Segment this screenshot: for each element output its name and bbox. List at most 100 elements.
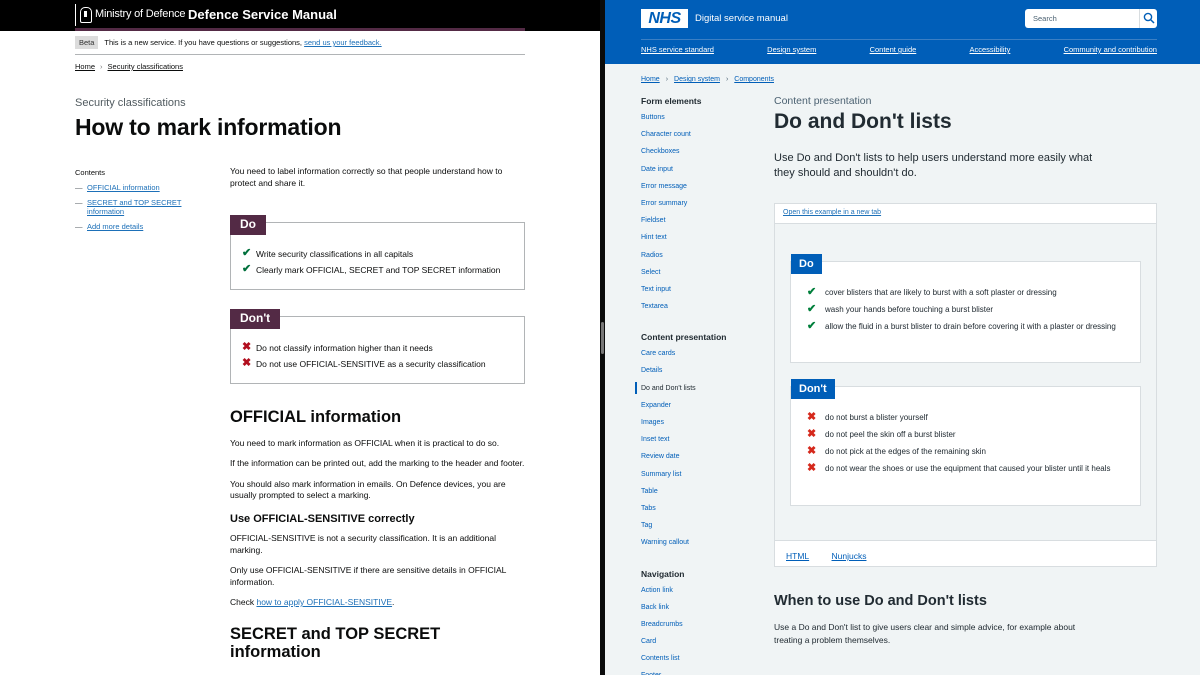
sidebar-item-table[interactable]: Table — [641, 487, 761, 504]
sidebar-item-tag[interactable]: Tag — [641, 521, 761, 538]
sidebar-item-character-count[interactable]: Character count — [641, 130, 761, 147]
do-item-text: Clearly mark OFFICIAL, SECRET and TOP SE… — [256, 265, 501, 275]
sidebar-item-contents-list[interactable]: Contents list — [641, 654, 761, 671]
nav-accessibility[interactable]: Accessibility — [970, 45, 1011, 54]
search-button[interactable] — [1139, 9, 1157, 28]
list-item: ✖ Do not use OFFICIAL-SENSITIVE as a secu… — [242, 357, 514, 370]
sidebar-item-back-link[interactable]: Back link — [641, 603, 761, 620]
dont-item-text: do not pick at the edges of the remainin… — [825, 447, 986, 456]
tab-html[interactable]: HTML — [786, 551, 809, 561]
breadcrumb-design-system[interactable]: Design system — [674, 76, 720, 83]
code-tabs: HTML Nunjucks — [786, 551, 886, 561]
sidebar-item-textarea[interactable]: Textarea — [641, 302, 761, 319]
sidebar-item-buttons[interactable]: Buttons — [641, 113, 761, 130]
contents-item: OFFICIAL information — [75, 183, 215, 192]
sidebar-item-date-input[interactable]: Date input — [641, 165, 761, 182]
sidebar-item-summary-list[interactable]: Summary list — [641, 470, 761, 487]
nav-service-standard[interactable]: NHS service standard — [641, 45, 714, 54]
mod-window: Ministry of Defence Defence Service Manu… — [0, 0, 600, 675]
search-field[interactable]: Search — [1025, 9, 1157, 28]
sidebar-item-card[interactable]: Card — [641, 637, 761, 654]
list-item: ✔ Write security classifications in all c… — [242, 248, 514, 260]
nhs-window: NHS Digital service manual Search NHS se… — [605, 0, 1200, 675]
breadcrumb-home[interactable]: Home — [641, 76, 660, 83]
official-heading: OFFICIAL information — [230, 408, 402, 426]
sidebar-item-details[interactable]: Details — [641, 366, 761, 383]
list-item: ✖ do not wear the shoes or use the equipm… — [807, 462, 1130, 475]
open-example-link[interactable]: Open this example in a new tab — [783, 209, 881, 216]
contents-link-secret[interactable]: SECRET and TOP SECRET information — [87, 198, 181, 216]
service-name[interactable]: Digital service manual — [695, 13, 788, 24]
sidebar-item-do-and-don-t-lists[interactable]: Do and Don't lists — [635, 381, 761, 401]
sidebar-item-hint-text[interactable]: Hint text — [641, 233, 761, 250]
main-content: You need to label information correctly … — [230, 166, 525, 661]
official-paragraph: If the information can be printed out, a… — [230, 458, 525, 468]
contents-link-details[interactable]: Add more details — [87, 222, 143, 231]
sidebar-item-warning-callout[interactable]: Warning callout — [641, 538, 761, 555]
lead-text: Use Do and Don't lists to help users und… — [774, 152, 1093, 179]
sidebar-item-footer[interactable]: Footer — [641, 671, 761, 675]
sidebar-heading: Form elements — [641, 96, 702, 106]
nhs-logo[interactable]: NHS — [641, 9, 688, 28]
do-item-text: wash your hands before touching a burst … — [825, 305, 994, 314]
sidebar-item-checkboxes[interactable]: Checkboxes — [641, 147, 761, 164]
nav-design-system[interactable]: Design system — [767, 45, 816, 54]
nav-divider — [641, 39, 1157, 40]
search-input[interactable]: Search — [1033, 14, 1057, 23]
breadcrumb-home[interactable]: Home — [75, 62, 95, 71]
sidebar-item-radios[interactable]: Radios — [641, 251, 761, 268]
do-item-text: cover blisters that are likely to burst … — [825, 288, 1057, 297]
breadcrumb-security[interactable]: Security classifications — [108, 62, 183, 71]
check-icon: ✔ — [242, 263, 252, 275]
service-name[interactable]: Defence Service Manual — [188, 7, 337, 22]
check-prefix: Check — [230, 597, 257, 607]
sensitive-paragraph: Only use OFFICIAL-SENSITIVE if there are… — [230, 565, 507, 587]
nav-community[interactable]: Community and contribution — [1064, 45, 1157, 54]
sidebar-item-images[interactable]: Images — [641, 418, 761, 435]
sidebar-item-review-date[interactable]: Review date — [641, 452, 761, 469]
resize-handle[interactable] — [601, 322, 604, 354]
breadcrumb-components[interactable]: Components — [734, 76, 774, 83]
example-frame: Open this example in a new tab Do ✔ cover… — [774, 203, 1157, 567]
sidebar-item-error-summary[interactable]: Error summary — [641, 199, 761, 216]
feedback-link[interactable]: send us your feedback. — [304, 38, 382, 47]
sidebar-item-tabs[interactable]: Tabs — [641, 504, 761, 521]
cross-icon: ✖ — [242, 357, 252, 369]
sidebar-item-expander[interactable]: Expander — [641, 401, 761, 418]
sidebar-item-inset-text[interactable]: Inset text — [641, 435, 761, 452]
list-item: ✖ do not peel the skin off a burst bliste… — [807, 428, 1130, 441]
list-item: ✖ do not burst a blister yourself — [807, 411, 1130, 424]
breadcrumb: Home › Design system › Components — [641, 76, 774, 83]
check-icon: ✔ — [807, 286, 817, 298]
dont-item-text: Do not classify information higher than … — [256, 343, 433, 353]
list-item: ✖ do not pick at the edges of the remaini… — [807, 445, 1130, 458]
sidebar-item-error-message[interactable]: Error message — [641, 182, 761, 199]
tab-nunjucks[interactable]: Nunjucks — [832, 551, 867, 561]
do-list: Do ✔ cover blisters that are likely to bu… — [790, 254, 1141, 363]
nhs-header: NHS Digital service manual Search NHS se… — [605, 0, 1200, 64]
contents-title: Contents — [75, 168, 106, 177]
sidebar-item-fieldset[interactable]: Fieldset — [641, 216, 761, 233]
nav-content-guide[interactable]: Content guide — [870, 45, 917, 54]
dont-item-text: do not wear the shoes or use the equipme… — [825, 464, 1111, 473]
sensitive-heading: Use OFFICIAL-SENSITIVE correctly — [230, 512, 415, 525]
contents-nav: Contents OFFICIAL information SECRET and… — [75, 168, 215, 237]
contents-link-official[interactable]: OFFICIAL information — [87, 183, 160, 192]
sidebar-item-breadcrumbs[interactable]: Breadcrumbs — [641, 620, 761, 637]
page-title: Do and Don't lists — [774, 110, 952, 133]
dont-item-text: do not peel the skin off a burst blister — [825, 430, 956, 439]
sidebar-item-text-input[interactable]: Text input — [641, 285, 761, 302]
sidebar-item-care-cards[interactable]: Care cards — [641, 349, 761, 366]
sidebar-item-select[interactable]: Select — [641, 268, 761, 285]
intro-text: You need to label information correctly … — [230, 166, 503, 188]
sidebar-item-action-link[interactable]: Action link — [641, 586, 761, 603]
org-name[interactable]: Ministry of Defence — [95, 8, 186, 20]
official-paragraph: You need to mark information as OFFICIAL… — [230, 437, 500, 448]
cross-icon: ✖ — [807, 428, 817, 440]
sensitive-paragraph: OFFICIAL-SENSITIVE is not a security cla… — [230, 533, 496, 555]
cross-icon: ✖ — [242, 341, 252, 353]
do-tag: Do — [791, 254, 822, 274]
do-tag: Do — [230, 215, 266, 235]
header-accent-bar — [75, 28, 525, 31]
official-sensitive-link[interactable]: how to apply OFFICIAL-SENSITIVE — [256, 597, 392, 607]
